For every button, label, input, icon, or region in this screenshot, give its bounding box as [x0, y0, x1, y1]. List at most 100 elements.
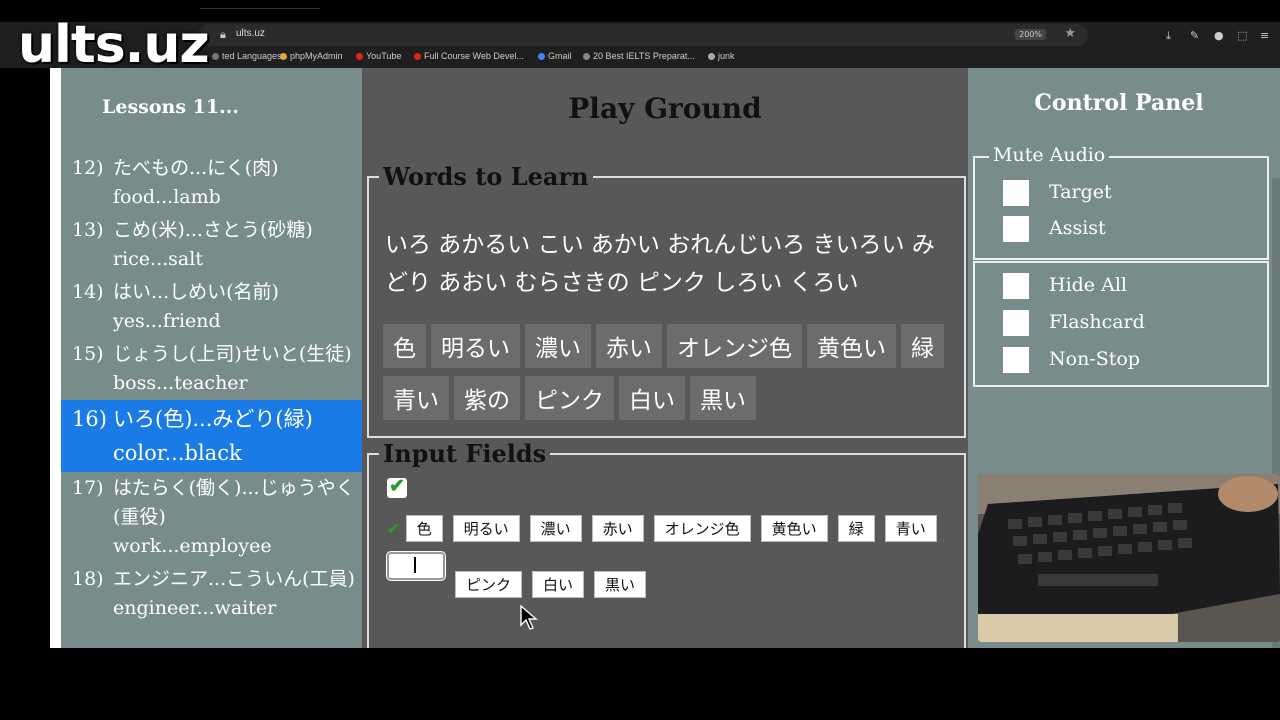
lesson-number: 16)	[72, 407, 107, 431]
lesson-jp: はい...しめい(名前)	[113, 281, 279, 303]
option-assist[interactable]: Assist	[1003, 216, 1106, 242]
input-fieldset: Input Fields ✔ ✔ 色明るい 濃い 赤い オレンジ色 黄色い緑青い ピンク 白い…	[367, 439, 966, 648]
answer-field[interactable]: 赤い	[591, 515, 644, 542]
word-chip[interactable]: 紫の	[454, 376, 520, 420]
lesson-number: 14)	[72, 281, 104, 303]
answer-field[interactable]: オレンジ色	[653, 515, 751, 542]
address-bar[interactable]: 🔒︎ ults.uz 200% ★	[198, 24, 1088, 46]
word-chip[interactable]: 黒い	[690, 376, 756, 420]
zoom-badge[interactable]: 200%	[1015, 29, 1046, 40]
mute-audio-legend: Mute Audio	[989, 144, 1110, 166]
wrench-icon[interactable]: ✎	[1190, 29, 1199, 42]
lesson-item[interactable]: 14) はい...しめい(名前) yes...friend	[61, 276, 362, 338]
lesson-jp: たべもの...にく(肉)	[113, 157, 279, 179]
mute-audio-fieldset: Mute Audio Target Assist	[973, 144, 1269, 260]
download-icon[interactable]: ⤓	[1166, 29, 1171, 43]
input-fields: ✔ 色明るい 濃い 赤い オレンジ色 黄色い緑青いピンク 白い 黒い	[386, 515, 957, 608]
hide-all-checkbox[interactable]	[1003, 273, 1029, 299]
control-panel-title: Control Panel	[1034, 90, 1204, 116]
word-chip[interactable]: 明るい	[431, 324, 520, 368]
bookmark-icon	[212, 53, 219, 61]
bookmark-icon	[583, 53, 590, 61]
bookmark-item[interactable]: junk	[708, 51, 735, 61]
bookmark-icon	[708, 53, 715, 61]
word-chip[interactable]: 色	[383, 324, 426, 368]
webcam-overlay	[978, 474, 1280, 642]
page-title: Play Ground	[568, 92, 762, 125]
check-icon: ✔	[389, 475, 405, 497]
mouse-cursor-icon	[520, 605, 538, 630]
lesson-en: boss...teacher	[113, 372, 248, 394]
play-ground: Play Ground Words to Learn いろ あかるい こい あか…	[362, 68, 968, 648]
lesson-list: 12) たべもの...にく(肉) food...lamb 13) こめ(米)...さとう…	[61, 152, 362, 625]
lesson-item-active[interactable]: 16) いろ(色)...みどり(緑) color...black	[61, 400, 362, 472]
lesson-en: work...employee	[113, 535, 272, 557]
option-flashcard[interactable]: Flashcard	[1003, 310, 1145, 336]
answer-field[interactable]: 白い	[532, 571, 585, 598]
option-non-stop[interactable]: Non-Stop	[1003, 347, 1140, 373]
star-icon[interactable]: ★	[1064, 26, 1076, 41]
lesson-jp: はたらく(働く)...じゅうやく(重役)	[113, 477, 355, 528]
option-target[interactable]: Target	[1003, 180, 1112, 206]
answer-field[interactable]: 青い	[884, 515, 937, 542]
bookmark-icon	[356, 53, 363, 61]
word-chip[interactable]: 青い	[383, 376, 449, 420]
non-stop-checkbox[interactable]	[1003, 347, 1029, 373]
browser-tab[interactable]	[200, 8, 320, 19]
lesson-item[interactable]: 17) はたらく(働く)...じゅうやく(重役) work...employee	[61, 472, 362, 563]
lessons-sidebar: Lessons 11... 12) たべもの...にく(肉) food...lamb…	[61, 68, 362, 648]
words-legend: Words to Learn	[379, 162, 593, 191]
lesson-item[interactable]: 12) たべもの...にく(肉) food...lamb	[61, 152, 362, 214]
bookmark-item[interactable]: Gmail	[538, 51, 572, 61]
extensions-icon[interactable]: ⬚	[1237, 29, 1247, 42]
answer-field[interactable]: 黒い	[594, 571, 647, 598]
answer-field[interactable]: 明るい	[452, 515, 520, 542]
target-checkbox[interactable]	[1003, 180, 1029, 206]
active-answer-input[interactable]	[386, 551, 446, 581]
word-chip[interactable]: 赤い	[596, 324, 662, 368]
answer-field[interactable]: 濃い	[529, 515, 582, 542]
answer-field[interactable]: 緑	[837, 515, 875, 542]
lesson-number: 12)	[72, 157, 104, 179]
keyboard-image	[978, 474, 1280, 642]
option-hide-all[interactable]: Hide All	[1003, 273, 1127, 299]
lesson-jp: じょうし(上司)せいと(生徒)	[113, 343, 352, 365]
lesson-item[interactable]: 18) エンジニア...こういん(工員) engineer...waiter	[61, 563, 362, 625]
master-checkbox[interactable]: ✔	[387, 475, 407, 498]
lesson-item[interactable]: 13) こめ(米)...さとう(砂糖) rice...salt	[61, 214, 362, 276]
bookmark-item[interactable]: ted Languages	[212, 51, 282, 61]
lesson-number: 13)	[72, 219, 104, 241]
bookmark-item[interactable]: Full Course Web Devel...	[414, 51, 524, 61]
check-icon: ✔	[387, 520, 400, 538]
lesson-en: rice...salt	[113, 248, 203, 270]
bookmark-item[interactable]: phpMyAdmin	[280, 51, 343, 61]
lesson-item[interactable]: 15) じょうし(上司)せいと(生徒) boss...teacher	[61, 338, 362, 400]
bookmark-icon	[538, 53, 545, 61]
word-chip[interactable]: オレンジ色	[667, 324, 802, 368]
word-chip[interactable]: 黄色い	[807, 324, 896, 368]
lesson-jp: いろ(色)...みどり(緑)	[113, 407, 313, 431]
assist-checkbox[interactable]	[1003, 216, 1029, 242]
profile-icon[interactable]: ●	[1214, 29, 1224, 42]
menu-icon[interactable]: ≡	[1260, 29, 1269, 42]
lesson-en: color...black	[113, 441, 242, 465]
lesson-number: 18)	[72, 568, 104, 590]
word-chip[interactable]: 緑	[901, 324, 944, 368]
bookmark-item[interactable]: YouTube	[356, 51, 401, 61]
lesson-en: food...lamb	[113, 186, 221, 208]
lesson-number: 15)	[72, 343, 104, 365]
word-chip[interactable]: 濃い	[525, 324, 591, 368]
options-fieldset: Hide All Flashcard Non-Stop	[973, 261, 1269, 387]
answer-field[interactable]: ピンク	[455, 571, 523, 598]
answer-field[interactable]: 黄色い	[760, 515, 828, 542]
word-chip[interactable]: 白い	[619, 376, 685, 420]
lesson-en: engineer...waiter	[113, 597, 277, 619]
text-caret	[414, 557, 416, 573]
flashcard-checkbox[interactable]	[1003, 310, 1029, 336]
bookmark-item[interactable]: 20 Best IELTS Preparat...	[583, 51, 695, 61]
lesson-number: 17)	[72, 477, 104, 499]
answer-field[interactable]: 色	[405, 515, 443, 542]
lesson-en: yes...friend	[113, 310, 221, 332]
word-chip[interactable]: ピンク	[525, 376, 614, 420]
bookmark-icon	[280, 53, 287, 61]
